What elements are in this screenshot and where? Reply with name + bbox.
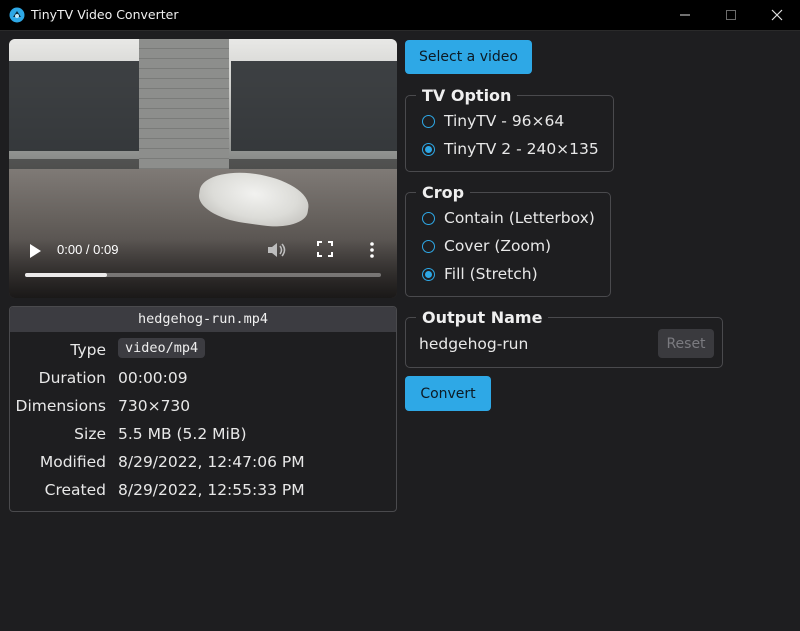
radio-label: TinyTV - 96×64 [444, 112, 565, 130]
maximize-icon [726, 10, 736, 20]
info-label: Modified [39, 453, 106, 471]
window-title: TinyTV Video Converter [31, 7, 179, 22]
radio-button[interactable] [422, 239, 435, 253]
video-frame-window-right [231, 61, 397, 151]
info-row-type: Type video/mp4 [10, 337, 396, 365]
convert-button[interactable]: Convert [405, 376, 491, 411]
video-progress-fill [25, 273, 107, 277]
info-row-dimensions: Dimensions 730×730 [10, 393, 396, 421]
radio-tinytv[interactable]: TinyTV - 96×64 [422, 110, 564, 132]
video-progress-track[interactable] [25, 273, 381, 277]
radio-button[interactable] [422, 114, 435, 128]
radio-cover[interactable]: Cover (Zoom) [422, 235, 551, 257]
info-row-created: Created 8/29/2022, 12:55:33 PM [10, 477, 396, 505]
title-bar: TinyTV Video Converter [0, 0, 800, 31]
minimize-icon [680, 14, 690, 16]
close-icon [771, 9, 783, 21]
play-icon[interactable] [28, 243, 42, 259]
radio-button[interactable] [422, 142, 435, 156]
volume-icon[interactable] [267, 241, 287, 259]
info-row-duration: Duration 00:00:09 [10, 365, 396, 393]
radio-label: Contain (Letterbox) [444, 209, 595, 227]
crop-legend: Crop [422, 183, 465, 202]
info-value: 730×730 [118, 397, 191, 415]
info-row-size: Size 5.5 MB (5.2 MiB) [10, 421, 396, 449]
video-frame-window-left [9, 61, 139, 151]
radio-button[interactable] [422, 211, 435, 225]
radio-label: Cover (Zoom) [444, 237, 552, 255]
reset-button[interactable]: Reset [658, 329, 714, 358]
info-value: 8/29/2022, 12:47:06 PM [118, 453, 305, 471]
file-info-panel: hedgehog-run.mp4 Type video/mp4 Duration… [9, 306, 397, 512]
video-frame-pillar [139, 39, 229, 189]
radio-button[interactable] [422, 267, 435, 281]
info-row-modified: Modified 8/29/2022, 12:47:06 PM [10, 449, 396, 477]
info-label: Duration [38, 369, 106, 387]
maximize-button[interactable] [708, 0, 754, 30]
fullscreen-icon[interactable] [317, 241, 333, 257]
select-video-button[interactable]: Select a video [405, 40, 532, 74]
info-value-type: video/mp4 [118, 338, 206, 358]
output-name-legend: Output Name [422, 308, 543, 327]
tv-option-legend: TV Option [422, 86, 512, 105]
file-name: hedgehog-run.mp4 [10, 307, 396, 332]
video-player[interactable]: 0:00 / 0:09 [9, 39, 397, 298]
info-label: Size [74, 425, 106, 443]
info-value: 5.5 MB (5.2 MiB) [118, 425, 247, 443]
radio-contain[interactable]: Contain (Letterbox) [422, 207, 595, 229]
video-time: 0:00 / 0:09 [57, 242, 119, 257]
radio-fill[interactable]: Fill (Stretch) [422, 263, 538, 285]
close-button[interactable] [754, 0, 800, 30]
more-options-icon[interactable] [369, 241, 375, 259]
info-label: Created [44, 481, 106, 499]
info-label: Type [70, 341, 106, 359]
info-value: 00:00:09 [118, 369, 188, 387]
radio-label: Fill (Stretch) [444, 265, 538, 283]
radio-label: TinyTV 2 - 240×135 [444, 140, 599, 158]
radio-tinytv-2[interactable]: TinyTV 2 - 240×135 [422, 138, 599, 160]
info-value: 8/29/2022, 12:55:33 PM [118, 481, 305, 499]
info-label: Dimensions [15, 397, 106, 415]
minimize-button[interactable] [662, 0, 708, 30]
output-name-input[interactable]: hedgehog-run [419, 333, 649, 355]
app-icon [9, 7, 25, 23]
